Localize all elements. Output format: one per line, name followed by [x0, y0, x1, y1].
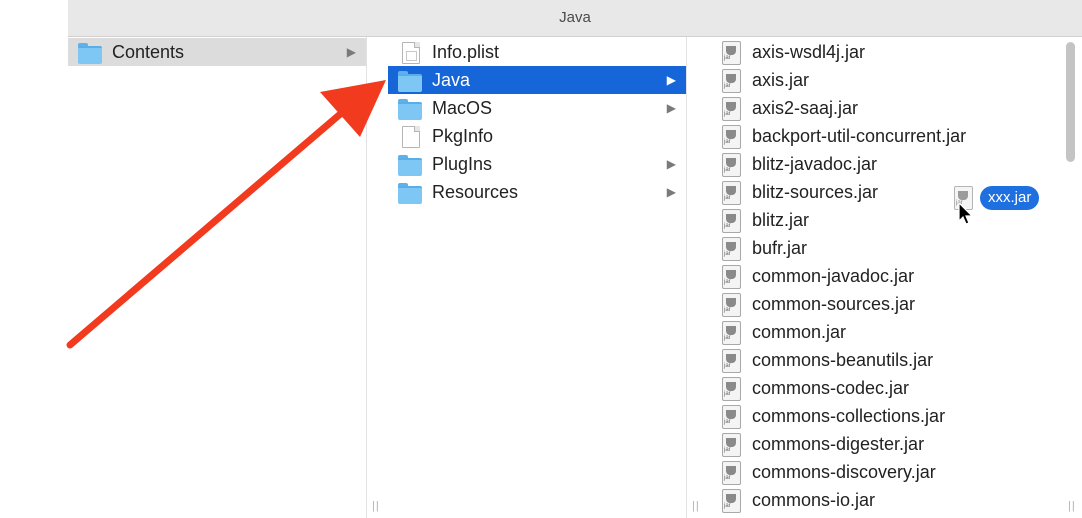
- annotation-arrow: [66, 80, 386, 349]
